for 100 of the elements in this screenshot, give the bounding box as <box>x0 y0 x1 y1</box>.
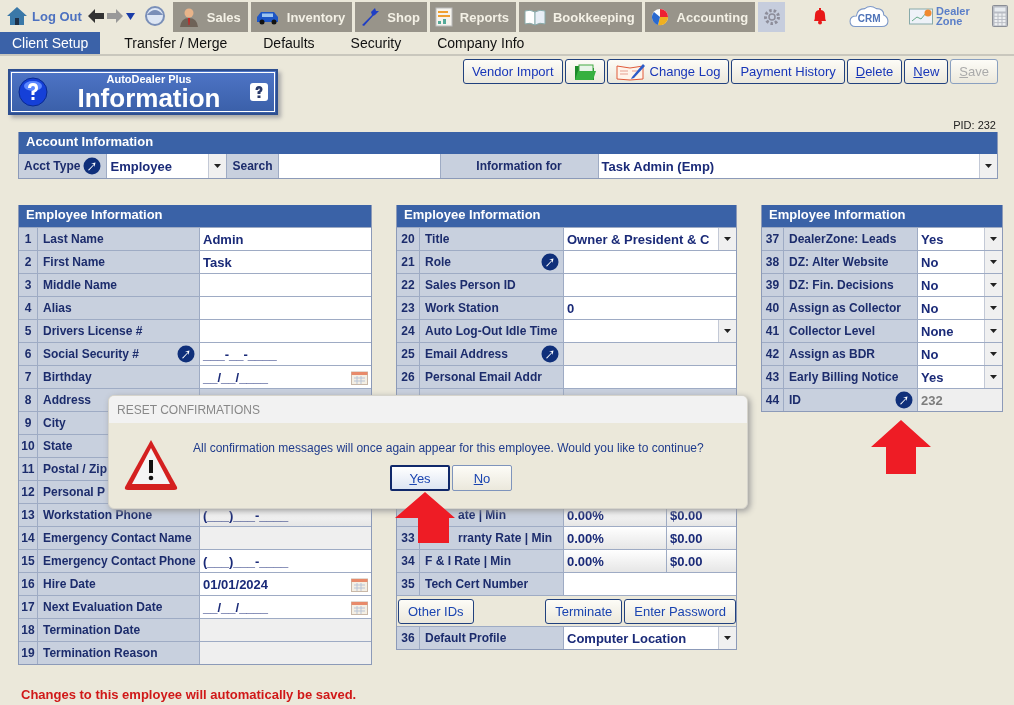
dropdown[interactable]: None <box>918 320 1002 342</box>
field-label: Collector Level <box>789 324 876 338</box>
person-icon <box>177 7 200 27</box>
back-arrow-icon[interactable] <box>87 9 104 23</box>
nav-tab[interactable]: Client Setup <box>0 32 101 54</box>
date-field[interactable]: __/__/____ <box>200 366 371 388</box>
rate-field[interactable]: 0.00% <box>564 527 667 549</box>
dialog-button[interactable]: No <box>452 465 512 491</box>
nav-tab[interactable]: Transfer / Merge <box>112 32 240 54</box>
caret-icon[interactable] <box>125 12 135 20</box>
banner-title: Information <box>77 84 221 111</box>
field-label: Acct Type <box>24 159 81 173</box>
form-button[interactable]: Terminate <box>545 599 623 624</box>
row-number: 20 <box>401 232 415 246</box>
field-label: Early Billing Notice <box>789 370 899 384</box>
calendar-icon[interactable] <box>351 576 368 592</box>
text-field[interactable] <box>564 366 736 388</box>
text-field[interactable] <box>200 297 371 319</box>
field-label: Assign as Collector <box>789 301 902 315</box>
calendar-icon[interactable] <box>351 369 368 385</box>
settings-button[interactable] <box>758 2 786 32</box>
dropdown[interactable]: Employee <box>107 154 228 178</box>
toolbar-button[interactable]: Payment History <box>731 59 845 84</box>
home-icon[interactable] <box>6 6 28 26</box>
text-field[interactable]: 0 <box>564 297 736 319</box>
field-label: Role <box>425 255 451 269</box>
field-label: Default Profile <box>425 631 507 645</box>
text-field[interactable]: 232 <box>918 389 1002 411</box>
banner-subtitle: AutoDealer Plus <box>106 73 192 85</box>
text-field[interactable]: Task <box>200 251 371 273</box>
row-number: 42 <box>765 347 780 361</box>
dropdown[interactable]: Yes <box>918 366 1002 388</box>
text-field[interactable] <box>200 274 371 296</box>
text-field[interactable] <box>564 251 736 273</box>
date-field[interactable]: 01/01/2024 <box>200 573 371 595</box>
field-label: ID <box>789 393 801 407</box>
field-label: Next Evaluation Date <box>43 600 163 614</box>
field-label: Tech Cert Number <box>425 577 529 591</box>
dialog-button[interactable]: Yes <box>390 465 450 491</box>
arrow-circle-icon[interactable] <box>541 345 559 363</box>
dropdown[interactable]: No <box>918 274 1002 296</box>
date-field[interactable]: __/__/____ <box>200 596 371 618</box>
dropdown[interactable]: No <box>918 251 1002 273</box>
row-number: 3 <box>24 278 32 292</box>
arrow-circle-icon[interactable] <box>83 157 102 175</box>
arrow-circle-icon[interactable] <box>541 253 559 271</box>
pie-chart-icon <box>649 7 670 27</box>
help-icon[interactable] <box>250 83 268 101</box>
text-field[interactable]: Admin <box>200 228 371 250</box>
dropdown[interactable]: No <box>918 297 1002 319</box>
field-label: Search <box>232 159 273 173</box>
pointer-arrow <box>395 492 455 543</box>
dropdown[interactable]: Task Admin (Emp) <box>598 154 997 178</box>
amount-field[interactable]: $0.00 <box>667 550 736 572</box>
dropdown[interactable]: No <box>918 343 1002 365</box>
row-number: 33 <box>401 531 415 545</box>
nav-tab[interactable]: Security <box>338 32 414 54</box>
row-number: 35 <box>401 577 415 591</box>
nav-tab[interactable]: Defaults <box>251 32 327 54</box>
pid-label: PID: 232 <box>952 119 997 131</box>
toolbar-button[interactable]: Change Log <box>606 59 730 84</box>
crm-button[interactable]: CRM <box>849 3 890 29</box>
logout-link[interactable]: Log Out <box>32 8 82 24</box>
field-label: Alias <box>43 301 72 315</box>
field-label: Drivers License # <box>43 324 143 338</box>
calculator-icon[interactable] <box>992 5 1009 27</box>
masked-field[interactable]: (___)___-____ <box>200 550 371 572</box>
dropdown[interactable]: Owner & President & C <box>564 228 736 250</box>
field-label: Termination Reason <box>43 646 158 660</box>
arrow-circle-icon[interactable] <box>177 345 195 363</box>
dropdown[interactable]: Yes <box>918 228 1002 250</box>
masked-field[interactable]: ___-__-____ <box>200 343 371 365</box>
arrow-circle-icon[interactable] <box>895 391 913 409</box>
text-field[interactable] <box>564 343 736 365</box>
toolbar-button[interactable]: New <box>904 59 949 84</box>
search-field[interactable] <box>278 154 441 178</box>
nav-tab[interactable]: Company Info <box>425 32 537 54</box>
form-button[interactable]: Other IDs <box>398 599 474 624</box>
field-label: Title <box>425 232 450 246</box>
text-field[interactable] <box>200 527 371 549</box>
toolbar-button[interactable] <box>564 59 605 84</box>
dropdown[interactable]: Computer Location <box>564 627 736 649</box>
field-label: First Name <box>43 255 106 269</box>
rate-field[interactable]: 0.00% <box>564 550 667 572</box>
text-field[interactable] <box>200 642 371 664</box>
folder-icon <box>573 62 596 81</box>
text-field[interactable] <box>200 320 371 342</box>
form-button[interactable]: Enter Password <box>624 599 736 624</box>
row-number: 7 <box>24 370 32 384</box>
text-field[interactable] <box>564 274 736 296</box>
toolbar-button[interactable]: Delete <box>846 59 903 84</box>
field-label: Termination Date <box>43 623 141 637</box>
text-field[interactable] <box>200 619 371 641</box>
row-number: 36 <box>401 631 415 645</box>
calendar-icon[interactable] <box>351 599 368 615</box>
amount-field[interactable]: $0.00 <box>667 527 736 549</box>
text-field[interactable] <box>564 573 736 595</box>
row-number: 5 <box>24 324 32 338</box>
toolbar-button[interactable]: Vendor Import <box>462 59 563 84</box>
row-number: 19 <box>21 646 35 660</box>
